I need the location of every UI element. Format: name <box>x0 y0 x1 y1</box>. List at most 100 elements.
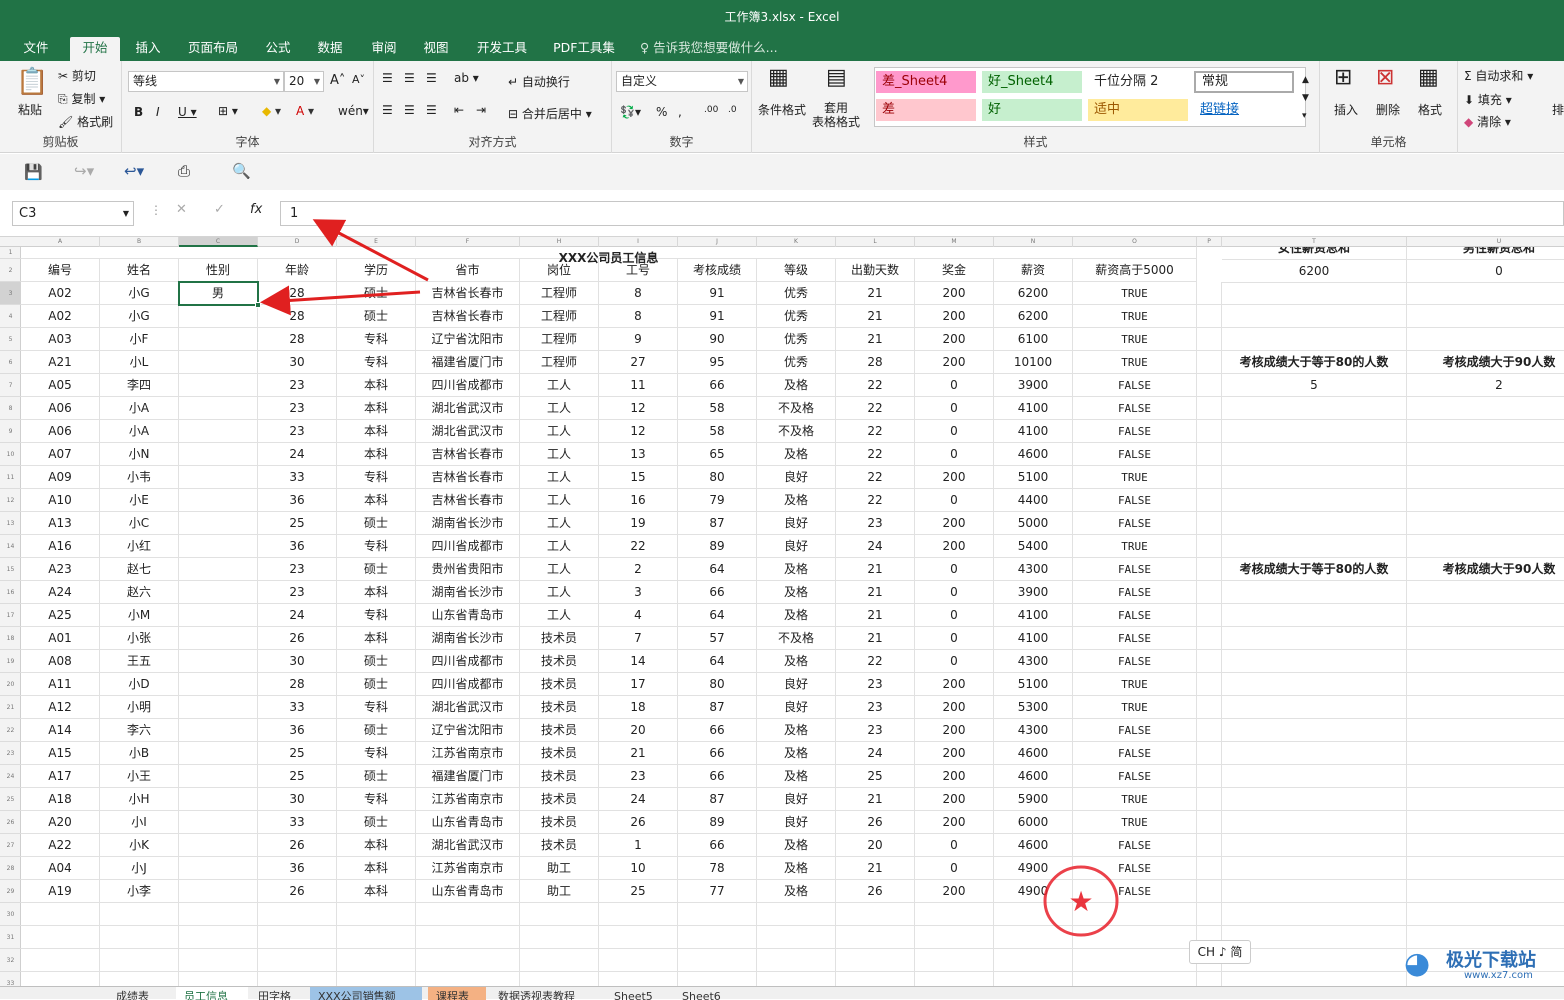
paste-button[interactable]: 粘贴 <box>18 101 42 118</box>
border-icon[interactable]: ⊞ ▾ <box>218 104 238 118</box>
data-cell-F[interactable]: 贵州省贵阳市 <box>416 558 520 581</box>
data-cell-K[interactable]: 及格 <box>757 489 836 512</box>
empty-cell-U[interactable] <box>1407 604 1564 627</box>
column-header-K[interactable]: K <box>757 237 836 247</box>
row-header-32[interactable]: 32 <box>0 949 21 972</box>
empty-cell[interactable] <box>915 903 994 926</box>
score80-label[interactable]: 考核成绩大于等于80的人数 <box>1222 351 1407 374</box>
data-cell-M[interactable]: 200 <box>915 880 994 903</box>
data-cell-K[interactable]: 及格 <box>757 880 836 903</box>
empty-cell-P[interactable] <box>1197 742 1222 765</box>
data-cell-H[interactable]: 助工 <box>520 880 599 903</box>
data-cell-C[interactable] <box>179 650 258 673</box>
data-cell-I[interactable]: 25 <box>599 880 678 903</box>
data-cell-E[interactable]: 专科 <box>337 466 416 489</box>
data-cell-C[interactable] <box>179 834 258 857</box>
score80-label-2[interactable]: 考核成绩大于等于80的人数 <box>1222 558 1407 581</box>
data-cell-B[interactable]: 小李 <box>100 880 179 903</box>
clear-button[interactable]: ◆ 清除 ▾ <box>1464 113 1511 130</box>
data-cell-M[interactable]: 0 <box>915 627 994 650</box>
increase-indent-icon[interactable]: ⇥ <box>476 103 486 117</box>
data-cell-L[interactable]: 21 <box>836 788 915 811</box>
data-cell-N[interactable]: 6000 <box>994 811 1073 834</box>
data-cell-B[interactable]: 小B <box>100 742 179 765</box>
empty-cell-T[interactable] <box>1222 466 1407 489</box>
data-cell-J[interactable]: 58 <box>678 397 757 420</box>
data-cell-F[interactable]: 湖南省长沙市 <box>416 627 520 650</box>
data-cell-K[interactable]: 良好 <box>757 512 836 535</box>
tab-developer[interactable]: 开发工具 <box>468 37 536 61</box>
data-cell-H[interactable]: 工人 <box>520 489 599 512</box>
data-cell-H[interactable]: 助工 <box>520 857 599 880</box>
data-cell-J[interactable]: 58 <box>678 420 757 443</box>
data-cell-D[interactable]: 36 <box>258 489 337 512</box>
data-cell-I[interactable]: 27 <box>599 351 678 374</box>
data-cell-O[interactable]: TRUE <box>1073 305 1197 328</box>
data-cell-D[interactable]: 36 <box>258 857 337 880</box>
row-header-28[interactable]: 28 <box>0 857 21 880</box>
data-cell-L[interactable]: 21 <box>836 328 915 351</box>
sheet-tab[interactable]: 数据透视表教程 <box>490 987 600 1000</box>
copy-button[interactable]: ⎘ 复制 ▾ <box>58 90 105 107</box>
data-cell-J[interactable]: 80 <box>678 466 757 489</box>
empty-cell-T[interactable] <box>1222 696 1407 719</box>
data-cell-K[interactable]: 及格 <box>757 650 836 673</box>
row-header-7[interactable]: 7 <box>0 374 21 397</box>
row-header-25[interactable]: 25 <box>0 788 21 811</box>
data-cell-E[interactable]: 本科 <box>337 581 416 604</box>
empty-cell-T[interactable] <box>1222 673 1407 696</box>
empty-cell[interactable] <box>258 972 337 986</box>
empty-cell[interactable] <box>1197 972 1222 986</box>
phonetic-icon[interactable]: wén▾ <box>338 104 369 118</box>
empty-cell-P[interactable] <box>1197 351 1222 374</box>
empty-cell-U[interactable] <box>1407 328 1564 351</box>
data-cell-I[interactable]: 22 <box>599 535 678 558</box>
wrap-text-button[interactable]: ↵ 自动换行 <box>508 73 570 90</box>
row-header-18[interactable]: 18 <box>0 627 21 650</box>
data-cell-C[interactable] <box>179 328 258 351</box>
percent-icon[interactable]: % <box>656 105 667 119</box>
data-cell-I[interactable]: 12 <box>599 397 678 420</box>
empty-cell-T[interactable] <box>1222 719 1407 742</box>
empty-cell-U[interactable] <box>1407 512 1564 535</box>
data-cell-J[interactable]: 64 <box>678 558 757 581</box>
empty-cell[interactable] <box>836 903 915 926</box>
header-cell-J[interactable]: 考核成绩 <box>678 259 757 282</box>
empty-cell-U[interactable] <box>1407 443 1564 466</box>
data-cell-O[interactable]: FALSE <box>1073 719 1197 742</box>
empty-cell-U[interactable] <box>1407 857 1564 880</box>
data-cell-N[interactable]: 4300 <box>994 719 1073 742</box>
header-cell-N[interactable]: 薪资 <box>994 259 1073 282</box>
data-cell-E[interactable]: 本科 <box>337 443 416 466</box>
data-cell-M[interactable]: 200 <box>915 305 994 328</box>
data-cell-B[interactable]: 小明 <box>100 696 179 719</box>
data-cell-E[interactable]: 本科 <box>337 420 416 443</box>
data-cell-B[interactable]: 小红 <box>100 535 179 558</box>
header-cell-D[interactable]: 年龄 <box>258 259 337 282</box>
data-cell-E[interactable]: 硕士 <box>337 305 416 328</box>
data-cell-B[interactable]: 小张 <box>100 627 179 650</box>
empty-cell-T[interactable] <box>1222 512 1407 535</box>
data-cell-O[interactable]: TRUE <box>1073 466 1197 489</box>
print-preview-icon[interactable]: ⎙ <box>178 162 190 180</box>
empty-cell[interactable] <box>678 926 757 949</box>
empty-cell-P[interactable] <box>1197 857 1222 880</box>
empty-cell[interactable] <box>416 926 520 949</box>
empty-cell-U[interactable] <box>1407 673 1564 696</box>
data-cell-C[interactable] <box>179 696 258 719</box>
data-cell-C[interactable] <box>179 857 258 880</box>
data-cell-E[interactable]: 专科 <box>337 328 416 351</box>
data-cell-L[interactable]: 22 <box>836 443 915 466</box>
data-cell-A[interactable]: A24 <box>21 581 100 604</box>
empty-cell[interactable] <box>836 949 915 972</box>
empty-cell-P[interactable] <box>1197 627 1222 650</box>
empty-cell-P[interactable] <box>1197 305 1222 328</box>
data-cell-B[interactable]: 小王 <box>100 765 179 788</box>
data-cell-A[interactable]: A23 <box>21 558 100 581</box>
data-cell-J[interactable]: 90 <box>678 328 757 351</box>
data-cell-E[interactable]: 本科 <box>337 489 416 512</box>
data-cell-I[interactable]: 11 <box>599 374 678 397</box>
data-cell-A[interactable]: A21 <box>21 351 100 374</box>
data-cell-F[interactable]: 吉林省长春市 <box>416 305 520 328</box>
row-header-14[interactable]: 14 <box>0 535 21 558</box>
